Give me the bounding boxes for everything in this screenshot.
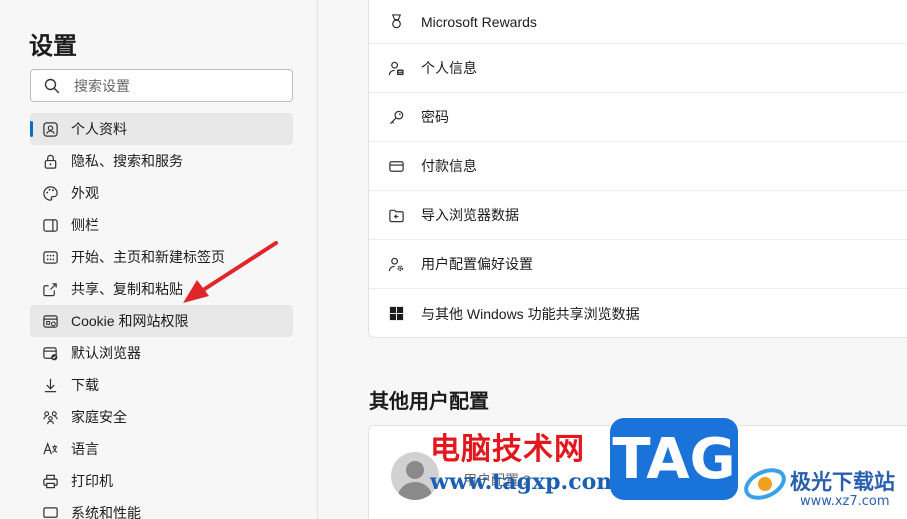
sidebar-item-downloads[interactable]: 下载 <box>30 369 293 401</box>
other-profiles-title: 其他用户配置 <box>369 391 489 413</box>
row-microsoft-rewards[interactable]: Microsoft Rewards <box>369 0 907 44</box>
browser-icon <box>41 344 59 362</box>
home-icon <box>41 248 59 266</box>
sidebar-item-default-browser[interactable]: 默认浏览器 <box>30 337 293 369</box>
sidebar-item-cookies[interactable]: Cookie 和网站权限 <box>30 305 293 337</box>
row-label: 导入浏览器数据 <box>421 207 519 223</box>
family-icon <box>41 408 59 426</box>
sidebar-item-label: 打印机 <box>71 473 113 489</box>
sidebar-item-label: 侧栏 <box>71 217 99 233</box>
windows-icon <box>387 305 405 323</box>
import-icon <box>387 206 405 224</box>
rewards-icon <box>387 13 405 31</box>
watermark-jg-url: www.xz7.com <box>800 494 890 509</box>
sidebar-item-label: 个人资料 <box>71 121 127 137</box>
row-passwords[interactable]: 密码 <box>369 93 907 142</box>
personal-info-icon <box>387 59 405 77</box>
language-icon <box>41 440 59 458</box>
sidebar-item-label: 共享、复制和粘贴 <box>71 281 183 297</box>
sidebar-item-label: 外观 <box>71 185 99 201</box>
row-label: 与其他 Windows 功能共享浏览数据 <box>421 305 640 322</box>
share-icon <box>41 280 59 298</box>
printer-icon <box>41 472 59 490</box>
sidebar-item-label: 家庭安全 <box>71 409 127 425</box>
sidebar-item-family-safety[interactable]: 家庭安全 <box>30 401 293 433</box>
sidebar-item-label: 默认浏览器 <box>71 345 141 361</box>
row-profile-preferences[interactable]: 用户配置偏好设置 <box>369 240 907 289</box>
sidebar-item-profiles[interactable]: 个人资料 <box>30 113 293 145</box>
search-input[interactable] <box>74 77 274 94</box>
key-icon <box>387 108 405 126</box>
sidebar-item-privacy[interactable]: 隐私、搜索和服务 <box>30 145 293 177</box>
lock-icon <box>41 152 59 170</box>
card-icon <box>387 157 405 175</box>
sidebar-item-label: 隐私、搜索和服务 <box>71 153 183 169</box>
profile-settings-card: Microsoft Rewards 个人信息 密码 付款信息 导入浏览器数据 用… <box>368 0 907 338</box>
watermark-jg-text: 极光下载站 <box>790 470 895 494</box>
sidebar-item-label: 系统和性能 <box>71 505 141 519</box>
row-label: 付款信息 <box>421 158 477 174</box>
sidebar-item-label: Cookie 和网站权限 <box>71 313 189 329</box>
search-box[interactable] <box>30 69 293 102</box>
sidebar-item-system[interactable]: 系统和性能 <box>30 497 293 519</box>
watermark-url: www.tagxp.com <box>430 469 620 495</box>
sidebar-item-label: 下载 <box>71 377 99 393</box>
sidebar-item-languages[interactable]: 语言 <box>30 433 293 465</box>
sidebar-item-sidebar[interactable]: 侧栏 <box>30 209 293 241</box>
sidebar-item-label: 语言 <box>71 441 99 457</box>
row-personal-info[interactable]: 个人信息 <box>369 44 907 93</box>
sidebar-item-start-home[interactable]: 开始、主页和新建标签页 <box>30 241 293 273</box>
sidebar-item-label: 开始、主页和新建标签页 <box>71 249 225 265</box>
cookie-icon <box>41 312 59 330</box>
row-label: 个人信息 <box>421 60 477 76</box>
settings-nav: 个人资料 隐私、搜索和服务 外观 侧栏 开始、主页和新建标签页 共享、复制和粘贴… <box>30 113 293 519</box>
watermark-cn-text: 电脑技术网 <box>430 432 585 467</box>
sidebar-item-appearance[interactable]: 外观 <box>30 177 293 209</box>
search-icon <box>44 78 60 93</box>
row-label: Microsoft Rewards <box>421 13 537 30</box>
settings-sidebar: 设置 个人资料 隐私、搜索和服务 外观 <box>0 0 318 519</box>
palette-icon <box>41 184 59 202</box>
row-payment-info[interactable]: 付款信息 <box>369 142 907 191</box>
profile-settings-icon <box>387 255 405 273</box>
sidebar-item-printers[interactable]: 打印机 <box>30 465 293 497</box>
row-label: 密码 <box>421 109 449 125</box>
aurora-logo-icon <box>744 468 786 500</box>
profile-icon <box>41 120 59 138</box>
sidebar-icon <box>41 216 59 234</box>
row-label: 用户配置偏好设置 <box>421 256 533 272</box>
download-icon <box>41 376 59 394</box>
system-icon <box>41 504 59 519</box>
row-import-browser-data[interactable]: 导入浏览器数据 <box>369 191 907 240</box>
row-share-windows-data[interactable]: 与其他 Windows 功能共享浏览数据 <box>369 289 907 338</box>
sidebar-item-share-copy-paste[interactable]: 共享、复制和粘贴 <box>30 273 293 305</box>
sidebar-title: 设置 <box>29 33 77 60</box>
watermark-tag-logo: TAG <box>610 418 738 500</box>
